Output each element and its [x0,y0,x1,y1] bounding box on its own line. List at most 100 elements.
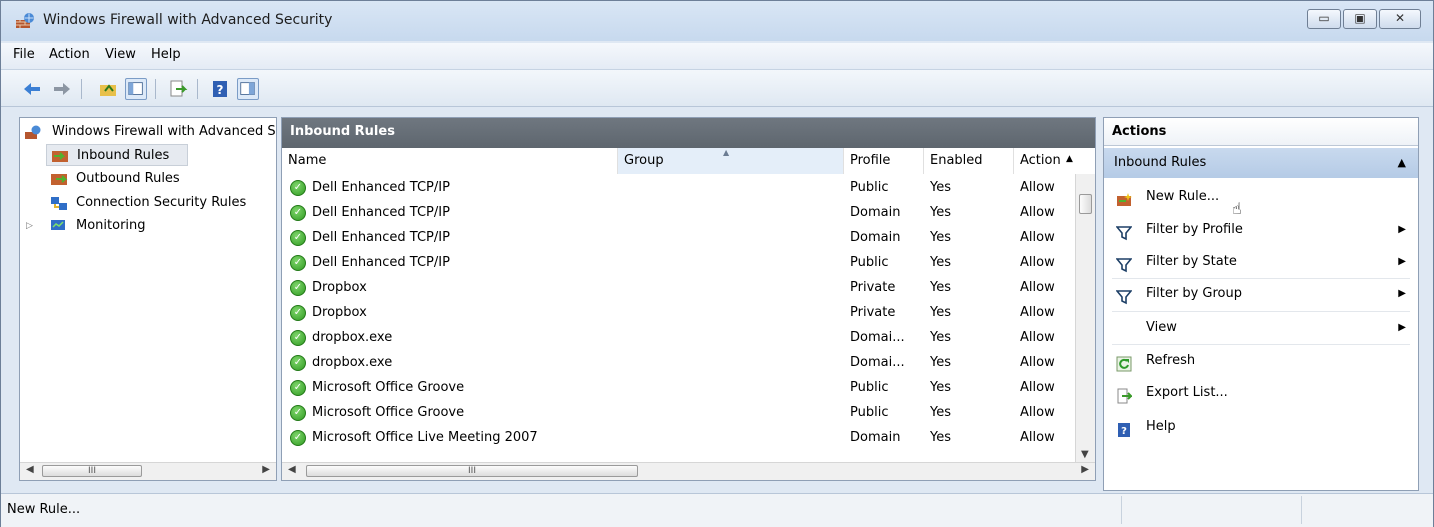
filter-icon [1115,286,1133,305]
tree-item-inbound-rules[interactable]: Inbound Rules [46,144,188,166]
up-folder-icon[interactable] [97,78,119,100]
action-new-rule[interactable]: New Rule... ☝ [1104,181,1418,218]
minimize-button[interactable]: ▭ [1307,9,1341,29]
svg-text:?: ? [1121,426,1127,437]
cell-name: Microsoft Office Live Meeting 2007 [312,430,538,445]
cell-action: Allow [1020,380,1055,395]
show-hide-console-tree-icon[interactable] [125,78,147,100]
menu-help[interactable]: Help [151,47,181,62]
action-filter-by-group[interactable]: Filter by Group ▶ [1104,278,1418,310]
action-filter-by-state[interactable]: Filter by State ▶ [1104,246,1418,278]
table-row[interactable]: ✓ Dell Enhanced TCP/IP Domain Yes Allow [282,226,1077,251]
cell-name: Dell Enhanced TCP/IP [312,205,450,220]
enabled-check-icon: ✓ [290,305,306,321]
scroll-right-icon[interactable]: ▶ [262,464,270,475]
submenu-arrow-icon: ▶ [1398,288,1406,299]
table-row[interactable]: ✓ Dropbox Private Yes Allow [282,276,1077,301]
menu-file[interactable]: File [13,47,35,62]
maximize-button[interactable]: ▣ [1343,9,1377,29]
help-icon[interactable]: ? [209,78,231,100]
rules-vertical-scrollbar[interactable]: ▼ [1075,174,1095,464]
action-view[interactable]: View ▶ [1104,312,1418,344]
action-filter-by-profile[interactable]: Filter by Profile ▶ [1104,214,1418,246]
tree-item-connection-security-rules[interactable]: Connection Security Rules [46,192,276,214]
menu-action[interactable]: Action [49,47,90,62]
menu-view[interactable]: View [105,47,136,62]
cell-name: dropbox.exe [312,330,393,345]
action-export-list[interactable]: Export List... [1104,377,1418,409]
column-header-name[interactable]: Name [282,148,618,174]
inbound-rules-icon [52,151,68,162]
cell-profile: Domain [850,430,901,445]
cell-enabled: Yes [930,230,951,245]
column-header-enabled[interactable]: Enabled [924,148,1014,174]
scroll-down-icon[interactable]: ▼ [1081,449,1089,460]
scroll-thumb[interactable]: III [42,465,142,477]
export-list-icon[interactable] [167,78,189,100]
rules-horizontal-scrollbar[interactable]: ◀ III ▶ [282,462,1095,480]
table-row[interactable]: ✓ Microsoft Office Groove Public Yes Allow [282,376,1077,401]
scroll-left-icon[interactable]: ◀ [26,464,34,475]
close-button[interactable]: ✕ [1379,9,1421,29]
tree-root[interactable]: Windows Firewall with Advanced Security [24,121,276,143]
table-row[interactable]: ✓ Microsoft Office Live Meeting 2007 Domai… [282,426,1077,451]
tree-item-label: Connection Security Rules [76,195,247,210]
enabled-check-icon: ✓ [290,330,306,346]
column-header-group[interactable]: Group ▲ [618,148,844,174]
menu-bar: File Action View Help [1,43,1433,70]
show-hide-action-pane-icon[interactable] [237,78,259,100]
connection-security-icon [51,197,67,210]
table-row[interactable]: ✓ Dropbox Private Yes Allow [282,301,1077,326]
actions-pane: Actions Inbound Rules ▲ New Rule... ☝ Filt… [1103,117,1419,491]
rules-list-pane: Inbound Rules Name Group ▲ Profile Enabl… [281,117,1096,481]
minimize-icon: ▭ [1318,11,1330,25]
actions-section-inbound-rules[interactable]: Inbound Rules ▲ [1104,148,1418,178]
cell-name: Dell Enhanced TCP/IP [312,255,450,270]
cell-profile: Domain [850,205,901,220]
expand-arrow-icon[interactable]: ▷ [26,215,33,237]
monitoring-icon [51,220,65,230]
action-label: Help [1146,419,1176,434]
action-label: Export List... [1146,385,1228,400]
enabled-check-icon: ✓ [290,380,306,396]
cell-action: Allow [1020,230,1055,245]
collapse-icon[interactable]: ▲ [1398,148,1406,178]
enabled-check-icon: ✓ [290,430,306,446]
cell-enabled: Yes [930,305,951,320]
scroll-up-icon[interactable]: ▲ [1066,154,1073,164]
cell-enabled: Yes [930,380,951,395]
svg-text:?: ? [217,83,224,97]
cell-enabled: Yes [930,280,951,295]
tree-item-monitoring[interactable]: ▷ Monitoring [26,215,226,237]
action-help[interactable]: ? Help [1104,411,1418,443]
scroll-right-icon[interactable]: ▶ [1081,464,1089,475]
cell-enabled: Yes [930,255,951,270]
outbound-rules-icon [51,174,68,185]
table-row[interactable]: ✓ Dell Enhanced TCP/IP Domain Yes Allow [282,201,1077,226]
cell-name: Dropbox [312,305,367,320]
filter-icon [1115,254,1133,273]
scroll-left-icon[interactable]: ◀ [288,464,296,475]
action-refresh[interactable]: Refresh [1104,345,1418,377]
table-row[interactable]: ✓ dropbox.exe Domai... Yes Allow [282,351,1077,376]
window-title: Windows Firewall with Advanced Security [43,12,333,28]
back-arrow-icon[interactable] [21,78,43,100]
cell-enabled: Yes [930,430,951,445]
cell-name: Dell Enhanced TCP/IP [312,180,450,195]
forward-arrow-icon[interactable] [51,78,73,100]
tree-item-outbound-rules[interactable]: Outbound Rules [46,168,246,190]
title-bar[interactable]: Windows Firewall with Advanced Security … [1,1,1433,41]
cell-enabled: Yes [930,405,951,420]
cell-name: Dell Enhanced TCP/IP [312,230,450,245]
table-row[interactable]: ✓ Microsoft Office Groove Public Yes Allow [282,401,1077,426]
tree-horizontal-scrollbar[interactable]: ◀ III ▶ [20,462,276,480]
table-row[interactable]: ✓ Dell Enhanced TCP/IP Public Yes Allow [282,251,1077,276]
scroll-thumb[interactable] [1079,194,1092,214]
action-label: Filter by Group [1146,286,1242,301]
table-row[interactable]: ✓ Dell Enhanced TCP/IP Public Yes Allow [282,176,1077,201]
table-row[interactable]: ✓ dropbox.exe Domai... Yes Allow [282,326,1077,351]
column-header-profile[interactable]: Profile [844,148,924,174]
close-icon: ✕ [1394,11,1406,25]
scroll-thumb[interactable]: III [306,465,638,477]
action-label: View [1146,320,1177,335]
